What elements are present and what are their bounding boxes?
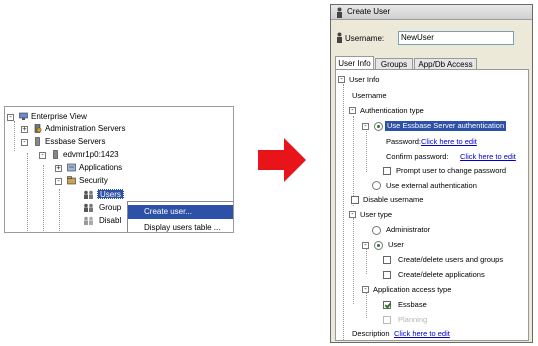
tree-item-label: Enterprise View xyxy=(31,112,87,121)
tree-line xyxy=(353,116,354,206)
server-icon xyxy=(53,150,58,159)
collapse-toggle[interactable]: - xyxy=(362,286,369,293)
confirm-password-label: Confirm password: xyxy=(386,152,449,161)
tree-line xyxy=(343,84,344,340)
user-radio[interactable] xyxy=(374,241,383,250)
password-label: Password: xyxy=(386,137,422,146)
user-icon xyxy=(337,7,342,18)
tree-item-applications[interactable]: Applications xyxy=(79,163,122,173)
collapse-toggle[interactable]: - xyxy=(55,178,62,185)
users-icon xyxy=(84,190,93,199)
confirm-password-edit-link[interactable]: Click here to edit xyxy=(460,152,516,162)
tree-item-label: Disabl xyxy=(99,216,122,225)
tree-item-label: Security xyxy=(79,176,108,185)
collapse-toggle[interactable]: - xyxy=(21,139,28,146)
collapse-toggle[interactable]: - xyxy=(349,211,356,218)
tree-line xyxy=(27,153,28,232)
description-edit-link[interactable]: Click here to edit xyxy=(394,329,450,339)
app-access-type-label: Application access type xyxy=(373,285,452,294)
tree-item-user-type: User type xyxy=(360,210,393,219)
security-icon xyxy=(67,176,76,185)
tree-item-security[interactable]: Security xyxy=(79,176,108,186)
create-apps-label: Create/delete applications xyxy=(398,270,485,279)
tree-item-label: Administration Servers xyxy=(45,124,126,133)
essbase-checkbox[interactable] xyxy=(383,301,391,309)
disable-username-checkbox[interactable] xyxy=(351,196,359,204)
prompt-change-password-checkbox[interactable] xyxy=(383,167,391,175)
essbase-auth-radio[interactable] xyxy=(374,122,383,131)
create-users-groups-checkbox[interactable] xyxy=(383,256,391,264)
administrator-radio[interactable] xyxy=(372,226,381,235)
admin-server-icon xyxy=(34,124,42,133)
expand-toggle[interactable]: + xyxy=(21,126,28,133)
tree-item-label: Applications xyxy=(79,163,123,172)
tree-line xyxy=(366,128,367,172)
menu-item-display-users-table[interactable]: Display users table ... xyxy=(128,221,233,232)
description-label: Description xyxy=(352,329,390,338)
essbase-label: Essbase xyxy=(398,300,427,309)
username-label: Username: xyxy=(345,34,385,43)
create-users-groups-label: Create/delete users and groups xyxy=(398,255,504,264)
password-edit-link[interactable]: Click here to edit xyxy=(421,137,477,147)
collapse-toggle[interactable]: - xyxy=(338,76,345,83)
collapse-toggle[interactable]: - xyxy=(349,107,356,114)
tab-user-info[interactable]: User Info xyxy=(335,56,374,70)
tree-item-authentication-type: Authentication type xyxy=(360,106,424,115)
use-external-auth-label: Use external authentication xyxy=(386,181,477,190)
tree-item-label: Users xyxy=(100,190,121,199)
menu-item-create-user[interactable]: Create user... xyxy=(128,205,233,219)
collapse-toggle[interactable]: - xyxy=(39,152,46,159)
planning-label: Planning xyxy=(398,315,428,324)
expand-toggle[interactable]: + xyxy=(55,165,62,172)
user-icon xyxy=(337,32,342,43)
tree-item-label: edvmr1p0:1423 xyxy=(63,150,119,159)
tree-line xyxy=(353,218,354,304)
tree-root-user-info: User Info xyxy=(349,75,380,84)
tree-item-label: Group xyxy=(99,203,122,212)
tree-item-enterprise-view[interactable]: Enterprise View xyxy=(31,112,87,122)
tree-line xyxy=(59,189,60,232)
groups-icon xyxy=(84,203,93,212)
tree-item-essbase-servers[interactable]: Essbase Servers xyxy=(45,137,105,147)
username-input[interactable]: NewUser xyxy=(398,31,514,45)
tree-item-groups[interactable]: Group xyxy=(99,203,121,213)
dialog-title: Create User xyxy=(347,7,391,16)
planning-checkbox xyxy=(383,316,391,324)
collapse-toggle[interactable]: - xyxy=(7,114,14,121)
right-arrow-icon xyxy=(258,138,306,182)
enterprise-view-panel: - Enterprise View + Administration Serve… xyxy=(4,106,234,233)
user-label: User xyxy=(388,240,404,249)
tree-item-username: Username xyxy=(352,91,387,100)
administrator-label: Administrator xyxy=(386,225,431,234)
tree-item-label: Essbase Servers xyxy=(45,137,106,146)
tree-line xyxy=(366,248,367,274)
tree-item-disabled[interactable]: Disabl xyxy=(99,216,121,226)
user-info-panel: - User Info Username - Authentication ty… xyxy=(335,69,529,341)
disable-username-label: Disable username xyxy=(363,195,424,204)
essbase-servers-icon xyxy=(35,137,40,146)
applications-icon xyxy=(67,163,76,172)
disabled-users-icon xyxy=(84,216,93,225)
collapse-toggle[interactable]: - xyxy=(362,123,369,130)
create-apps-checkbox[interactable] xyxy=(383,271,391,279)
external-auth-radio[interactable] xyxy=(372,181,381,190)
create-user-dialog: Create User Username: NewUser User Info … xyxy=(330,4,533,343)
prompt-change-password-label: Prompt user to change password xyxy=(396,166,507,175)
context-menu: Create user... Display users table ... xyxy=(127,201,233,232)
tree-item-users[interactable]: Users xyxy=(97,189,124,199)
tree-line xyxy=(43,165,44,232)
collapse-toggle[interactable]: - xyxy=(362,242,369,249)
tree-item-server[interactable]: edvmr1p0:1423 xyxy=(63,150,119,160)
enterprise-view-icon xyxy=(19,112,28,120)
tree-line xyxy=(14,121,15,151)
tree-item-administration-servers[interactable]: Administration Servers xyxy=(45,124,125,134)
dialog-title-bar: Create User xyxy=(331,5,532,20)
use-essbase-auth-label[interactable]: Use Essbase Server authentication xyxy=(385,121,507,131)
